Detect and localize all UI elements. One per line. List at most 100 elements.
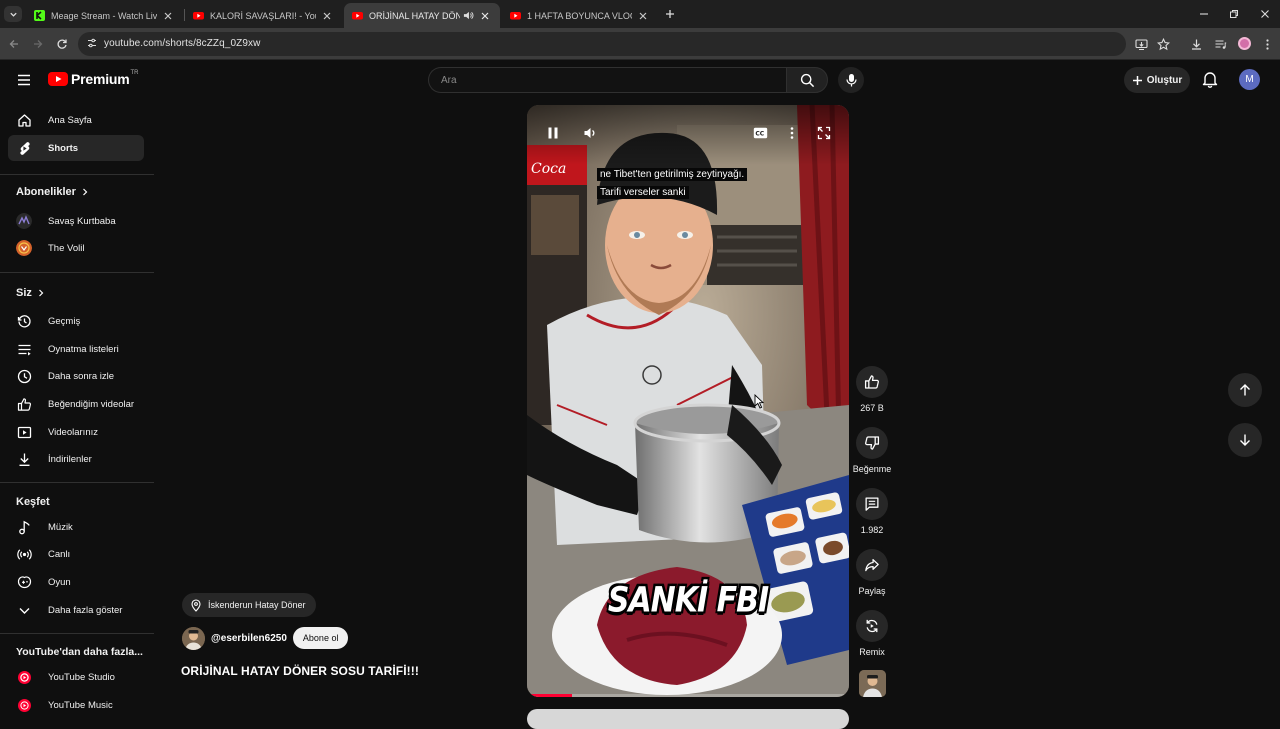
audio-playing-icon[interactable] bbox=[463, 10, 474, 21]
browser-tab[interactable]: 1 HAFTA BOYUNCA VLOGI - TO bbox=[502, 3, 658, 28]
install-app-icon bbox=[1134, 38, 1148, 50]
plus-icon bbox=[1132, 75, 1142, 85]
sidebar-item-your-videos[interactable]: Videolarınız bbox=[8, 419, 144, 445]
more-vertical-icon bbox=[1265, 38, 1269, 50]
media-controls-button[interactable] bbox=[1212, 36, 1228, 52]
downloads-button[interactable] bbox=[1188, 36, 1204, 52]
previous-short-button[interactable] bbox=[1228, 373, 1262, 407]
sidebar-item-music[interactable]: Müzik bbox=[8, 514, 144, 540]
comment-count: 1.982 bbox=[860, 525, 884, 535]
sidebar-item-liked-videos[interactable]: Beğendiğim videolar bbox=[8, 391, 144, 417]
sidebar-item-gaming[interactable]: Oyun bbox=[8, 569, 144, 595]
url-text[interactable]: youtube.com/shorts/8cZZq_0Z9xw bbox=[104, 38, 260, 49]
close-tab-icon[interactable] bbox=[636, 9, 650, 23]
short-title[interactable]: ORİJİNAL HATAY DÖNER SOSU TARİFİ!!! bbox=[181, 664, 419, 678]
menu-button[interactable] bbox=[16, 72, 32, 88]
captions-button[interactable]: CC bbox=[750, 123, 770, 143]
reload-icon bbox=[57, 39, 67, 49]
account-avatar[interactable]: M bbox=[1239, 69, 1260, 90]
search-button[interactable] bbox=[786, 67, 828, 93]
volume-icon bbox=[584, 128, 595, 138]
create-button[interactable]: Oluştur bbox=[1124, 67, 1190, 93]
gaming-icon bbox=[16, 574, 32, 590]
back-button[interactable] bbox=[6, 36, 22, 52]
sidebar-item-home[interactable]: Ana Sayfa bbox=[8, 107, 144, 133]
sidebar-item-shorts[interactable]: Shorts bbox=[8, 135, 144, 161]
browser-tab-active[interactable]: ORİJİNAL HATAY DÖNER SO bbox=[344, 3, 500, 28]
share-button[interactable] bbox=[856, 549, 888, 581]
restore-button[interactable] bbox=[1222, 4, 1246, 24]
chevron-right-icon bbox=[37, 289, 45, 297]
volume-button[interactable] bbox=[580, 123, 600, 143]
channel-avatar[interactable] bbox=[182, 626, 205, 650]
next-short-button[interactable] bbox=[1228, 423, 1262, 457]
browser-tab[interactable]: Meage Stream - Watch Live on bbox=[26, 3, 183, 28]
dislike-button[interactable] bbox=[856, 427, 888, 459]
address-bar[interactable]: youtube.com/shorts/8cZZq_0Z9xw bbox=[78, 32, 1126, 56]
browser-profile-avatar[interactable] bbox=[1238, 37, 1251, 50]
channel-avatar bbox=[16, 240, 32, 256]
pause-button[interactable] bbox=[543, 123, 563, 143]
sidebar-item-watch-later[interactable]: Daha sonra izle bbox=[8, 363, 144, 389]
subscribe-button[interactable]: Abone ol bbox=[292, 627, 349, 649]
browser-toolbar: youtube.com/shorts/8cZZq_0Z9xw bbox=[0, 28, 1280, 60]
video-progress-bar[interactable] bbox=[527, 694, 849, 697]
sidebar-item-channel[interactable]: Savaş Kurtbaba bbox=[8, 208, 144, 234]
new-tab-button[interactable] bbox=[661, 6, 679, 22]
forward-button[interactable] bbox=[30, 36, 46, 52]
reload-button[interactable] bbox=[54, 36, 70, 52]
hamburger-icon bbox=[18, 74, 30, 86]
arrow-left-icon bbox=[9, 40, 18, 48]
browser-menu-button[interactable] bbox=[1259, 36, 1275, 52]
minimize-icon bbox=[1200, 13, 1208, 15]
you-heading[interactable]: Siz bbox=[16, 287, 45, 299]
youtube-premium-logo[interactable]: Premium TR bbox=[48, 70, 139, 87]
like-button[interactable] bbox=[856, 366, 888, 398]
search-input[interactable] bbox=[441, 73, 771, 88]
site-info-icon[interactable] bbox=[86, 37, 98, 49]
voice-search-button[interactable] bbox=[838, 67, 864, 93]
install-app-button[interactable] bbox=[1133, 36, 1149, 52]
close-window-button[interactable] bbox=[1253, 4, 1277, 24]
close-tab-icon[interactable] bbox=[320, 9, 334, 23]
search-icon bbox=[800, 73, 814, 87]
close-tab-icon[interactable] bbox=[161, 9, 175, 23]
star-icon bbox=[1156, 37, 1170, 50]
tab-title: KALORİ SAVAŞLARI! - YouTube bbox=[210, 10, 316, 21]
thumbs-down-icon bbox=[865, 436, 880, 450]
sidebar-item-history[interactable]: Geçmiş bbox=[8, 308, 144, 334]
video-progress-fill bbox=[527, 694, 573, 697]
bookmark-button[interactable] bbox=[1155, 36, 1171, 52]
comments-button[interactable] bbox=[856, 488, 888, 520]
next-short-preview[interactable] bbox=[527, 709, 849, 729]
remix-button[interactable] bbox=[856, 610, 888, 642]
search-box[interactable] bbox=[428, 67, 786, 93]
sidebar-item-show-more[interactable]: Daha fazla göster bbox=[8, 597, 144, 623]
more-from-youtube-heading: YouTube'dan daha fazla... bbox=[16, 646, 143, 658]
close-icon bbox=[1261, 10, 1269, 18]
sidebar-item-youtube-music[interactable]: YouTube Music bbox=[8, 692, 144, 718]
sidebar-item-label: Beğendiğim videolar bbox=[48, 398, 135, 410]
sidebar-item-youtube-studio[interactable]: YouTube Studio bbox=[8, 664, 144, 690]
sidebar-item-downloads[interactable]: İndirilenler bbox=[8, 446, 144, 472]
sidebar-item-label: Geçmiş bbox=[48, 315, 81, 327]
sidebar-item-playlists[interactable]: Oynatma listeleri bbox=[8, 336, 144, 362]
sound-thumbnail[interactable] bbox=[859, 670, 886, 697]
shorts-video-player[interactable]: Coca CC ne Tibet'ten getirilmiş zeytinya… bbox=[527, 105, 849, 697]
sidebar-item-live[interactable]: Canlı bbox=[8, 541, 144, 567]
browser-tab[interactable]: KALORİ SAVAŞLARI! - YouTube bbox=[185, 3, 342, 28]
video-more-button[interactable] bbox=[782, 123, 802, 143]
sidebar-item-channel[interactable]: The Volil bbox=[8, 235, 144, 261]
notifications-button[interactable] bbox=[1200, 69, 1220, 89]
channel-handle[interactable]: @eserbilen6250 bbox=[211, 633, 287, 644]
close-tab-icon[interactable] bbox=[478, 9, 492, 23]
create-label: Oluştur bbox=[1146, 74, 1183, 86]
like-count: 267 B bbox=[860, 403, 884, 413]
subscriptions-heading[interactable]: Abonelikler bbox=[16, 186, 89, 198]
minimize-button[interactable] bbox=[1192, 4, 1216, 24]
fullscreen-button[interactable] bbox=[814, 123, 834, 143]
location-chip[interactable]: İskenderun Hatay Döner bbox=[182, 593, 316, 617]
playlists-icon bbox=[16, 341, 32, 357]
tab-search-button[interactable] bbox=[4, 6, 22, 22]
your-videos-icon bbox=[16, 424, 32, 440]
